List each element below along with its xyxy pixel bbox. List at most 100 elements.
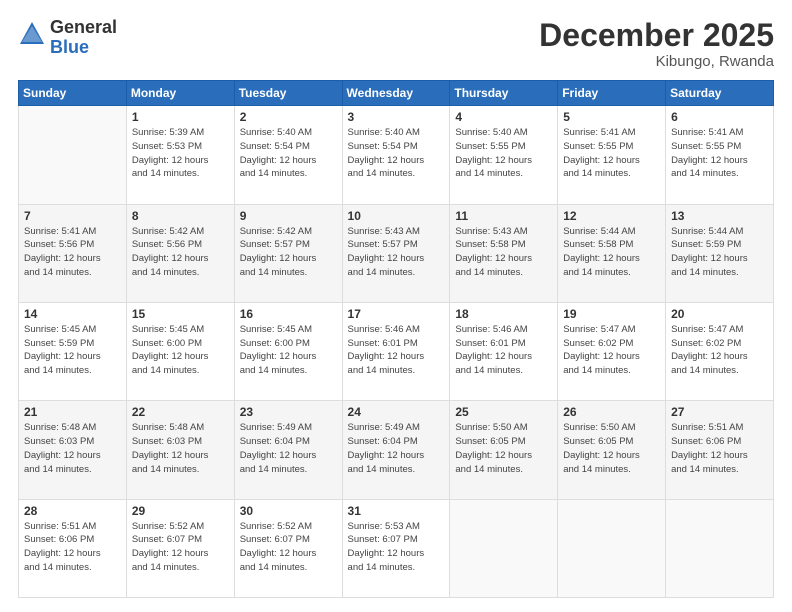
- day-info: Sunrise: 5:47 AM Sunset: 6:02 PM Dayligh…: [563, 323, 660, 378]
- table-row: [558, 499, 666, 597]
- day-info: Sunrise: 5:39 AM Sunset: 5:53 PM Dayligh…: [132, 126, 229, 181]
- header: General Blue December 2025 Kibungo, Rwan…: [18, 18, 774, 70]
- day-number: 29: [132, 504, 229, 518]
- table-row: 20 Sunrise: 5:47 AM Sunset: 6:02 PM Dayli…: [666, 302, 774, 400]
- table-row: 24Sunrise: 5:49 AM Sunset: 6:04 PM Dayli…: [342, 401, 450, 499]
- header-monday: Monday: [126, 81, 234, 106]
- day-number: 25: [455, 405, 552, 419]
- day-info: Sunrise: 5:51 AM Sunset: 6:06 PM Dayligh…: [671, 421, 768, 476]
- day-number: 22: [132, 405, 229, 419]
- day-info: Sunrise: 5:53 AM Sunset: 6:07 PM Dayligh…: [348, 520, 445, 575]
- day-info: Sunrise: 5:42 AM Sunset: 5:57 PM Dayligh…: [240, 225, 337, 280]
- day-info: Sunrise: 5:45 AM Sunset: 5:59 PM Dayligh…: [24, 323, 121, 378]
- table-row: 28 Sunrise: 5:51 AM Sunset: 6:06 PM Dayli…: [19, 499, 127, 597]
- table-row: 31Sunrise: 5:53 AM Sunset: 6:07 PM Dayli…: [342, 499, 450, 597]
- page: General Blue December 2025 Kibungo, Rwan…: [0, 0, 792, 612]
- table-row: 14 Sunrise: 5:45 AM Sunset: 5:59 PM Dayli…: [19, 302, 127, 400]
- table-row: 23Sunrise: 5:49 AM Sunset: 6:04 PM Dayli…: [234, 401, 342, 499]
- logo: General Blue: [18, 18, 117, 58]
- day-number: 26: [563, 405, 660, 419]
- day-number: 21: [24, 405, 121, 419]
- day-number: 30: [240, 504, 337, 518]
- table-row: 13 Sunrise: 5:44 AM Sunset: 5:59 PM Dayli…: [666, 204, 774, 302]
- table-row: 6Sunrise: 5:41 AM Sunset: 5:55 PM Daylig…: [666, 106, 774, 204]
- day-info: Sunrise: 5:48 AM Sunset: 6:03 PM Dayligh…: [24, 421, 121, 476]
- logo-icon: [18, 20, 46, 48]
- day-info: Sunrise: 5:40 AM Sunset: 5:54 PM Dayligh…: [348, 126, 445, 181]
- table-row: 4 Sunrise: 5:40 AM Sunset: 5:55 PM Daylig…: [450, 106, 558, 204]
- day-info: Sunrise: 5:51 AM Sunset: 6:06 PM Dayligh…: [24, 520, 121, 575]
- day-number: 27: [671, 405, 768, 419]
- table-row: 12 Sunrise: 5:44 AM Sunset: 5:58 PM Dayli…: [558, 204, 666, 302]
- day-number: 13: [671, 209, 768, 223]
- day-number: 18: [455, 307, 552, 321]
- day-info: Sunrise: 5:44 AM Sunset: 5:58 PM Dayligh…: [563, 225, 660, 280]
- day-number: 8: [132, 209, 229, 223]
- day-number: 4: [455, 110, 552, 124]
- table-row: [666, 499, 774, 597]
- header-thursday: Thursday: [450, 81, 558, 106]
- table-row: 26 Sunrise: 5:50 AM Sunset: 6:05 PM Dayli…: [558, 401, 666, 499]
- day-info: Sunrise: 5:52 AM Sunset: 6:07 PM Dayligh…: [132, 520, 229, 575]
- day-info: Sunrise: 5:44 AM Sunset: 5:59 PM Dayligh…: [671, 225, 768, 280]
- day-info: Sunrise: 5:41 AM Sunset: 5:55 PM Dayligh…: [563, 126, 660, 181]
- table-row: 21 Sunrise: 5:48 AM Sunset: 6:03 PM Dayli…: [19, 401, 127, 499]
- day-number: 3: [348, 110, 445, 124]
- day-info: Sunrise: 5:50 AM Sunset: 6:05 PM Dayligh…: [455, 421, 552, 476]
- day-info: Sunrise: 5:49 AM Sunset: 6:04 PM Dayligh…: [348, 421, 445, 476]
- day-info: Sunrise: 5:40 AM Sunset: 5:54 PM Dayligh…: [240, 126, 337, 181]
- day-number: 11: [455, 209, 552, 223]
- day-info: Sunrise: 5:49 AM Sunset: 6:04 PM Dayligh…: [240, 421, 337, 476]
- table-row: 30 Sunrise: 5:52 AM Sunset: 6:07 PM Dayli…: [234, 499, 342, 597]
- day-number: 6: [671, 110, 768, 124]
- day-number: 20: [671, 307, 768, 321]
- day-number: 5: [563, 110, 660, 124]
- day-info: Sunrise: 5:52 AM Sunset: 6:07 PM Dayligh…: [240, 520, 337, 575]
- logo-general-text: General: [50, 18, 117, 38]
- day-number: 12: [563, 209, 660, 223]
- day-info: Sunrise: 5:48 AM Sunset: 6:03 PM Dayligh…: [132, 421, 229, 476]
- day-info: Sunrise: 5:43 AM Sunset: 5:57 PM Dayligh…: [348, 225, 445, 280]
- calendar-header-row: Sunday Monday Tuesday Wednesday Thursday…: [19, 81, 774, 106]
- table-row: 2Sunrise: 5:40 AM Sunset: 5:54 PM Daylig…: [234, 106, 342, 204]
- table-row: 19Sunrise: 5:47 AM Sunset: 6:02 PM Dayli…: [558, 302, 666, 400]
- table-row: 22 Sunrise: 5:48 AM Sunset: 6:03 PM Dayli…: [126, 401, 234, 499]
- logo-blue-text: Blue: [50, 38, 117, 58]
- calendar-week-row: 28 Sunrise: 5:51 AM Sunset: 6:06 PM Dayli…: [19, 499, 774, 597]
- day-info: Sunrise: 5:47 AM Sunset: 6:02 PM Dayligh…: [671, 323, 768, 378]
- header-tuesday: Tuesday: [234, 81, 342, 106]
- title-block: December 2025 Kibungo, Rwanda: [539, 18, 774, 70]
- table-row: 10 Sunrise: 5:43 AM Sunset: 5:57 PM Dayli…: [342, 204, 450, 302]
- day-info: Sunrise: 5:50 AM Sunset: 6:05 PM Dayligh…: [563, 421, 660, 476]
- table-row: [19, 106, 127, 204]
- table-row: [450, 499, 558, 597]
- calendar-table: Sunday Monday Tuesday Wednesday Thursday…: [18, 80, 774, 598]
- day-info: Sunrise: 5:40 AM Sunset: 5:55 PM Dayligh…: [455, 126, 552, 181]
- day-info: Sunrise: 5:42 AM Sunset: 5:56 PM Dayligh…: [132, 225, 229, 280]
- day-number: 7: [24, 209, 121, 223]
- table-row: 25 Sunrise: 5:50 AM Sunset: 6:05 PM Dayli…: [450, 401, 558, 499]
- day-info: Sunrise: 5:41 AM Sunset: 5:56 PM Dayligh…: [24, 225, 121, 280]
- day-info: Sunrise: 5:46 AM Sunset: 6:01 PM Dayligh…: [455, 323, 552, 378]
- header-friday: Friday: [558, 81, 666, 106]
- table-row: 1Sunrise: 5:39 AM Sunset: 5:53 PM Daylig…: [126, 106, 234, 204]
- table-row: 8 Sunrise: 5:42 AM Sunset: 5:56 PM Daylig…: [126, 204, 234, 302]
- table-row: 7 Sunrise: 5:41 AM Sunset: 5:56 PM Daylig…: [19, 204, 127, 302]
- day-number: 14: [24, 307, 121, 321]
- day-number: 15: [132, 307, 229, 321]
- day-number: 17: [348, 307, 445, 321]
- header-saturday: Saturday: [666, 81, 774, 106]
- table-row: 11Sunrise: 5:43 AM Sunset: 5:58 PM Dayli…: [450, 204, 558, 302]
- location-subtitle: Kibungo, Rwanda: [539, 53, 774, 70]
- day-info: Sunrise: 5:45 AM Sunset: 6:00 PM Dayligh…: [132, 323, 229, 378]
- table-row: 17Sunrise: 5:46 AM Sunset: 6:01 PM Dayli…: [342, 302, 450, 400]
- day-number: 28: [24, 504, 121, 518]
- table-row: 3 Sunrise: 5:40 AM Sunset: 5:54 PM Daylig…: [342, 106, 450, 204]
- day-number: 10: [348, 209, 445, 223]
- table-row: 16Sunrise: 5:45 AM Sunset: 6:00 PM Dayli…: [234, 302, 342, 400]
- table-row: 27 Sunrise: 5:51 AM Sunset: 6:06 PM Dayli…: [666, 401, 774, 499]
- calendar-week-row: 21 Sunrise: 5:48 AM Sunset: 6:03 PM Dayli…: [19, 401, 774, 499]
- day-info: Sunrise: 5:45 AM Sunset: 6:00 PM Dayligh…: [240, 323, 337, 378]
- logo-text: General Blue: [50, 18, 117, 58]
- day-number: 9: [240, 209, 337, 223]
